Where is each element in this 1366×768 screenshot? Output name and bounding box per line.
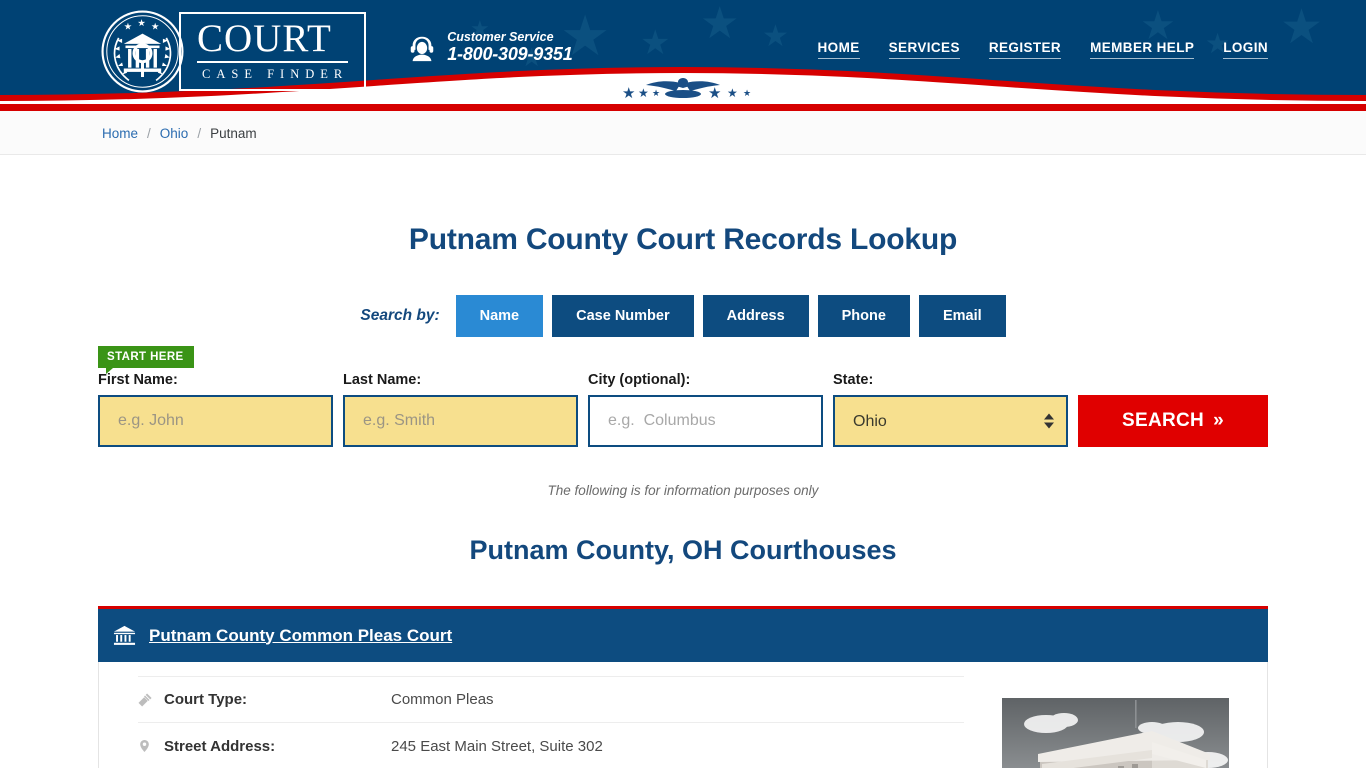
- breadcrumb-separator: /: [147, 125, 151, 141]
- svg-text:★: ★: [151, 21, 159, 32]
- table-row: Court Type: Common Pleas: [138, 676, 964, 723]
- breadcrumb-item-home[interactable]: Home: [102, 126, 138, 141]
- site-logo[interactable]: ★ ★ ★ COURT CASE FINDER: [100, 9, 367, 94]
- tab-email[interactable]: Email: [918, 295, 1006, 337]
- detail-label: Street Address:: [164, 737, 276, 755]
- court-card-header: Putnam County Common Pleas Court: [98, 609, 1268, 662]
- tab-phone[interactable]: Phone: [817, 295, 910, 337]
- city-label: City (optional):: [588, 372, 691, 388]
- tab-case-number[interactable]: Case Number: [552, 295, 694, 337]
- nav-item-register[interactable]: REGISTER: [988, 40, 1062, 59]
- logo-sub-text: CASE FINDER: [202, 67, 349, 81]
- first-name-input[interactable]: [98, 395, 333, 447]
- breadcrumb-separator: /: [197, 125, 202, 141]
- search-button-label: SEARCH: [1122, 410, 1205, 431]
- nav-item-login[interactable]: LOGIN: [1223, 40, 1268, 59]
- double-chevron-right-icon: »: [1213, 410, 1224, 431]
- city-input[interactable]: [588, 395, 823, 447]
- breadcrumb-item-ohio[interactable]: Ohio: [160, 126, 189, 141]
- search-button[interactable]: SEARCH »: [1078, 395, 1268, 447]
- tab-address[interactable]: Address: [702, 295, 809, 337]
- start-here-badge: START HERE: [98, 346, 194, 374]
- court-name-link[interactable]: Putnam County Common Pleas Court: [149, 626, 452, 646]
- last-name-input[interactable]: [343, 395, 578, 447]
- page-title: Putnam County Court Records Lookup: [408, 223, 958, 256]
- search-by-tabs: Search by: Name Case Number Address Phon…: [98, 295, 1268, 337]
- court-card: Putnam County Common Pleas Court Court T…: [98, 606, 1268, 768]
- breadcrumb-item-current: Putnam: [210, 125, 257, 141]
- table-row: Street Address: 245 East Main Street, Su…: [138, 723, 964, 768]
- first-name-label: First Name:: [98, 372, 178, 388]
- svg-text:★: ★: [124, 21, 132, 32]
- nav-item-home[interactable]: HOME: [817, 40, 860, 59]
- bank-courthouse-icon: [113, 625, 136, 645]
- court-seal-icon: ★ ★ ★: [101, 10, 184, 93]
- headset-agent-icon: [410, 36, 434, 61]
- customer-service-label: Customer Service: [447, 30, 554, 44]
- main-navigation: HOME SERVICES REGISTER MEMBER HELP LOGIN: [817, 40, 1268, 59]
- city-field-group: City (optional):: [588, 372, 823, 447]
- court-card-body: Court Type: Common Pleas Street Address:…: [98, 662, 1268, 768]
- search-by-label: Search by:: [360, 307, 440, 324]
- header-red-rule: [0, 104, 1366, 111]
- nav-item-services[interactable]: SERVICES: [888, 40, 960, 59]
- search-form: START HERE First Name: Last Name: City (…: [98, 346, 1268, 447]
- main-content: Putnam County Court Records Lookup Searc…: [98, 223, 1268, 768]
- section-title: Putnam County, OH Courthouses: [469, 535, 897, 565]
- disclaimer-text: The following is for information purpose…: [547, 483, 819, 498]
- site-header: ★ ★ ★ ★ ★ ★ ★ ★ ★ ★ ★ ★ ★ ★ ★ ★ ★ ★ COUR…: [0, 0, 1366, 104]
- svg-text:★: ★: [137, 18, 145, 29]
- customer-service-phone[interactable]: 1-800-309-9351: [447, 44, 573, 65]
- state-select[interactable]: Ohio: [833, 395, 1068, 447]
- first-name-field-group: First Name:: [98, 372, 333, 447]
- detail-value: 245 East Main Street, Suite 302: [391, 737, 603, 755]
- detail-label: Court Type:: [164, 691, 248, 708]
- court-detail-list: Court Type: Common Pleas Street Address:…: [99, 676, 964, 768]
- breadcrumb: Home / Ohio / Putnam: [98, 111, 1268, 155]
- detail-value: Common Pleas: [391, 691, 494, 708]
- customer-service-block: Customer Service 1-800-309-9351: [407, 30, 573, 65]
- last-name-label: Last Name:: [343, 372, 422, 388]
- courthouse-photo: [1002, 698, 1229, 768]
- state-field-group: State: Ohio: [833, 372, 1068, 447]
- state-label: State:: [833, 372, 874, 388]
- breadcrumb-bar: Home / Ohio / Putnam: [0, 111, 1366, 155]
- logo-main-text: COURT: [197, 19, 349, 63]
- court-photo-container: [964, 676, 1267, 768]
- gavel-icon: [138, 692, 164, 707]
- last-name-field-group: Last Name:: [343, 372, 578, 447]
- map-pin-icon: [138, 738, 164, 754]
- tab-name[interactable]: Name: [455, 295, 544, 337]
- nav-item-member-help[interactable]: MEMBER HELP: [1090, 40, 1195, 59]
